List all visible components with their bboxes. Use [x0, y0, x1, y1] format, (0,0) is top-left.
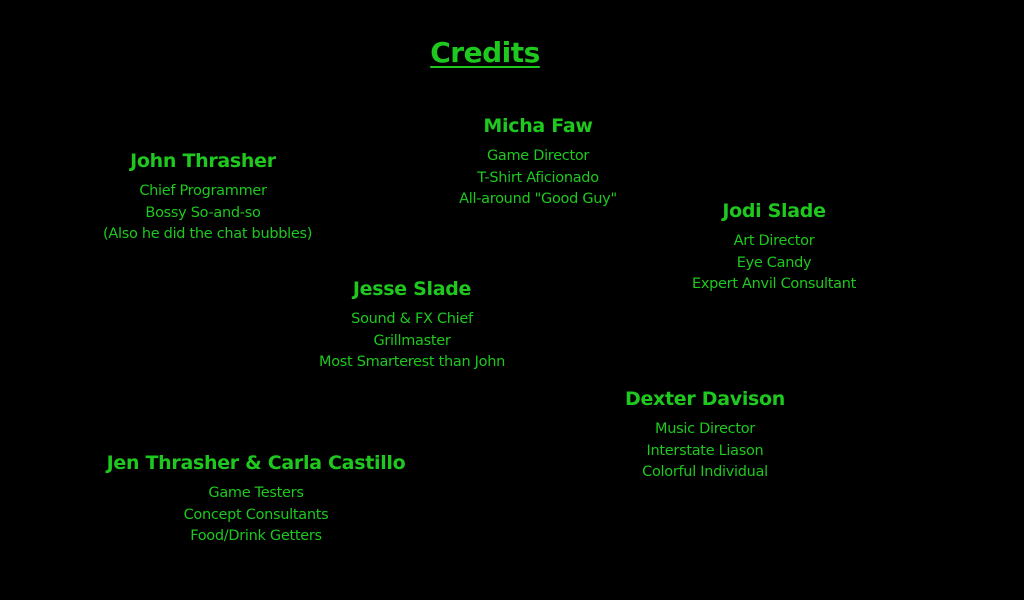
credit-name: Jodi Slade — [722, 200, 826, 222]
credit-name: Micha Faw — [483, 115, 593, 137]
credit-role: Chief Programmer — [139, 183, 267, 199]
credit-role: Concept Consultants — [183, 506, 329, 523]
credit-role: Bossy So-and-so — [145, 204, 261, 221]
credit-role: Game Director — [486, 148, 590, 164]
credit-name: John Thrasher — [130, 150, 276, 172]
credit-role: T-Shirt Aficionado — [477, 169, 599, 186]
credit-role: Grillmaster — [373, 332, 451, 349]
credit-role: Interstate Liason — [646, 442, 764, 459]
credit-role: Game Testers — [208, 485, 304, 501]
credit-name: Jen Thrasher & Carla Castillo — [106, 452, 406, 474]
credit-role: Sound & FX Chief — [351, 311, 473, 327]
credit-role: Colorful Individual — [642, 464, 768, 480]
credit-role: Food/Drink Getters — [190, 528, 322, 544]
credit-block-micha-faw: Micha Faw Game Director T-Shirt Aficiona… — [438, 114, 638, 211]
credit-block-jen-thrasher-carla-castillo: Jen Thrasher & Carla Castillo Game Teste… — [106, 451, 406, 548]
credit-name: Dexter Davison — [624, 388, 786, 410]
credit-role: Music Director — [655, 421, 755, 437]
credit-role: (Also he did the chat bubbles) — [103, 226, 313, 242]
credit-role: Art Director — [733, 233, 815, 249]
credit-role: Eye Candy — [736, 254, 812, 271]
credit-block-jesse-slade: Jesse Slade Sound & FX Chief Grillmaster… — [312, 277, 512, 374]
credit-role: All-around "Good Guy" — [459, 191, 617, 207]
credit-role: Most Smarterest than John — [318, 354, 505, 370]
credits-title: Credits — [430, 36, 540, 69]
credit-block-jodi-slade: Jodi Slade Art Director Eye Candy Expert… — [674, 199, 874, 296]
credit-block-dexter-davison: Dexter Davison Music Director Interstate… — [605, 387, 805, 484]
credit-block-john-thrasher: John Thrasher Chief Programmer Bossy So-… — [103, 149, 313, 246]
credit-name: Jesse Slade — [352, 278, 472, 300]
credit-role: Expert Anvil Consultant — [692, 276, 856, 292]
